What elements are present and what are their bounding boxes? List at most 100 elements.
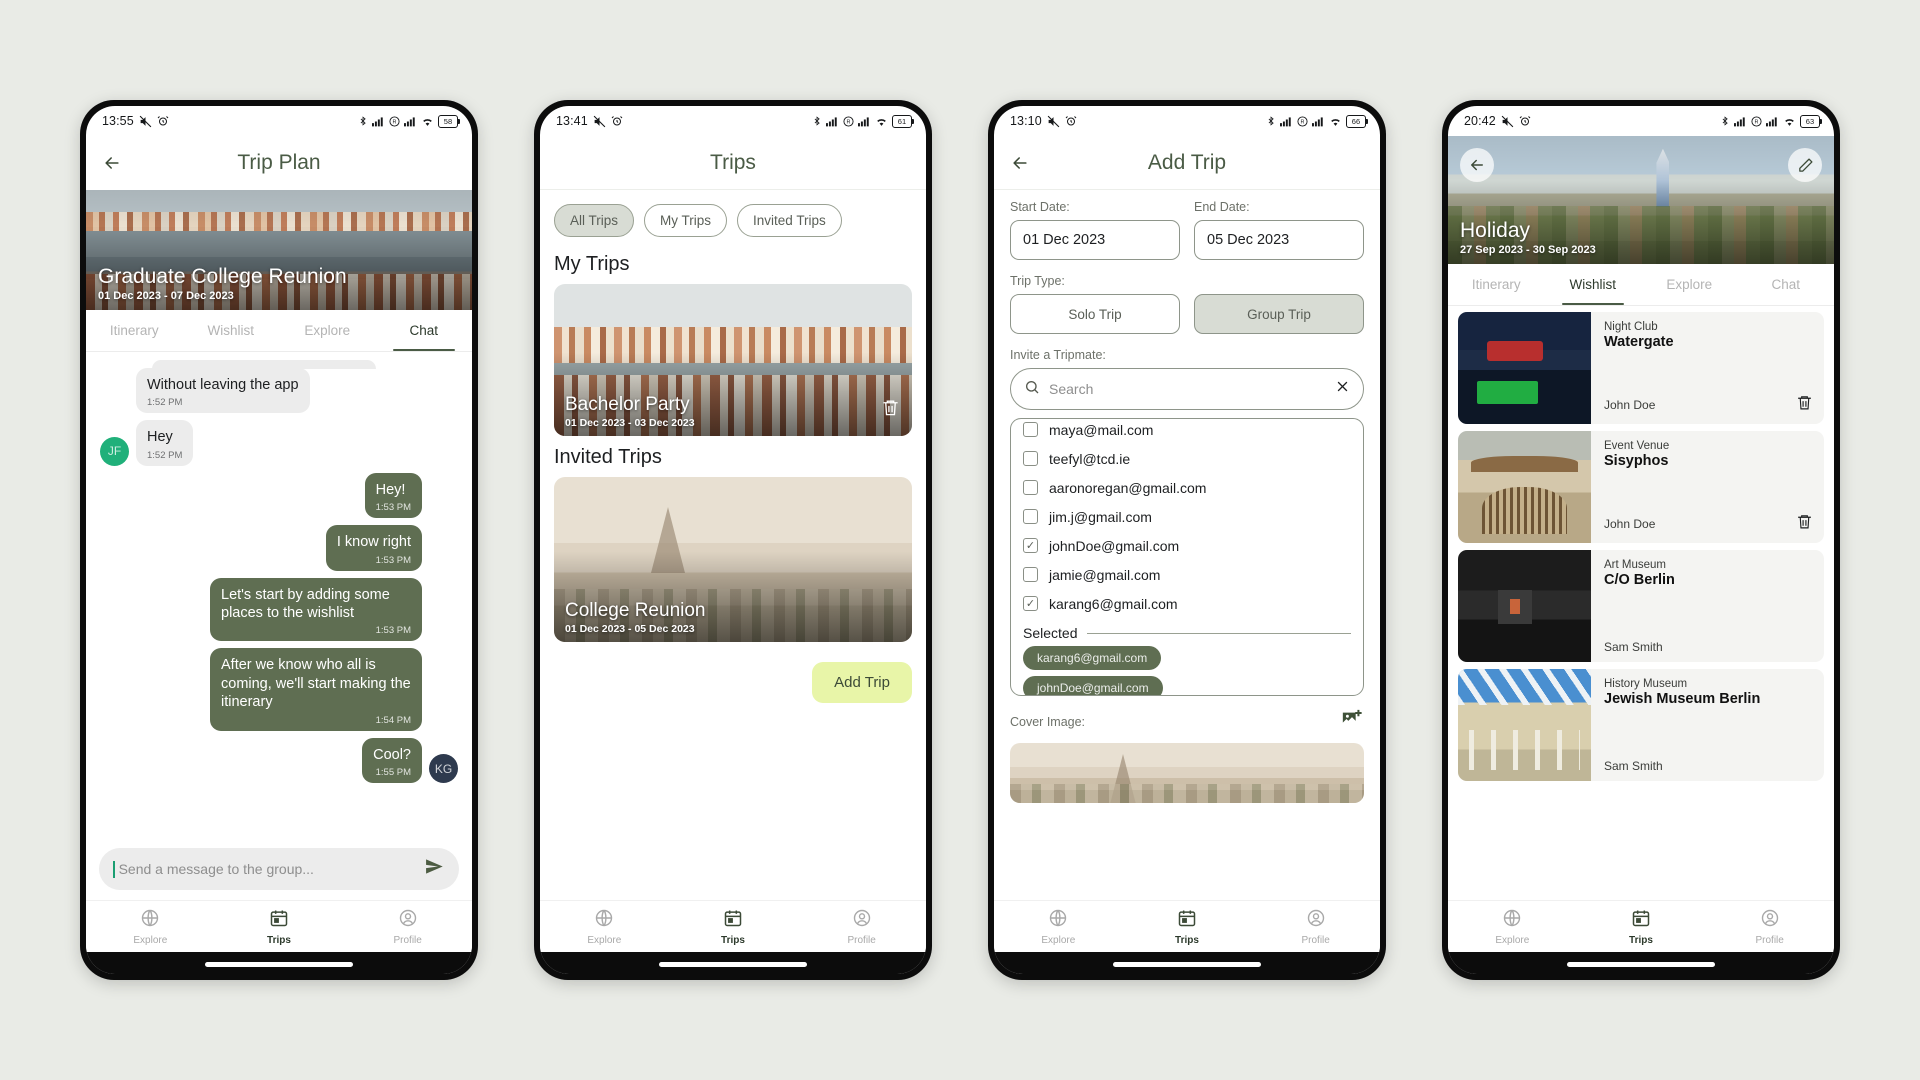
section-title-my-trips: My Trips <box>554 253 630 275</box>
back-arrow-icon[interactable] <box>1010 153 1040 173</box>
pencil-icon[interactable] <box>1788 148 1822 182</box>
section-title-invited-trips: Invited Trips <box>554 446 662 468</box>
end-date-field[interactable]: 05 Dec 2023 <box>1194 220 1364 260</box>
checkbox-unchecked[interactable] <box>1023 451 1038 466</box>
message-row: Hey! 1:53 PM <box>100 472 458 519</box>
list-item[interactable]: History Museum Jewish Museum Berlin Sam … <box>1458 669 1824 781</box>
chip-all-trips[interactable]: All Trips <box>554 204 635 237</box>
trip-hero-image: Graduate College Reunion 01 Dec 2023 - 0… <box>86 190 472 310</box>
nav-item-explore[interactable]: Explore <box>1448 901 1577 952</box>
start-date-field[interactable]: 01 Dec 2023 <box>1010 220 1180 260</box>
gesture-bar <box>1567 962 1715 967</box>
tripmate-options-list[interactable]: maya@mail.com teefyl@tcd.ie aaronoregan@… <box>1010 418 1364 696</box>
tab-itinerary[interactable]: Itinerary <box>86 310 183 351</box>
nav-label: Trips <box>1175 934 1199 946</box>
back-arrow-icon[interactable] <box>102 153 132 173</box>
search-input[interactable]: Search <box>1049 381 1326 397</box>
list-item[interactable]: ✓ karang6@gmail.com <box>1023 589 1351 618</box>
trash-icon[interactable] <box>881 398 900 422</box>
wishlist-list[interactable]: Night Club Watergate John Doe Event Venu… <box>1448 306 1834 900</box>
list-item[interactable]: Event Venue Sisyphos John Doe <box>1458 431 1824 543</box>
calendar-icon <box>723 908 743 933</box>
tab-explore[interactable]: Explore <box>1641 264 1738 305</box>
checkbox-checked[interactable]: ✓ <box>1023 596 1038 611</box>
send-icon[interactable] <box>423 857 445 881</box>
globe-icon <box>1502 908 1522 933</box>
nav-item-explore[interactable]: Explore <box>86 901 215 952</box>
checkbox-unchecked[interactable] <box>1023 567 1038 582</box>
chip-my-trips[interactable]: My Trips <box>644 204 728 237</box>
wifi-icon <box>875 116 888 127</box>
nav-item-profile[interactable]: Profile <box>343 901 472 952</box>
calendar-icon <box>269 908 289 933</box>
tab-itinerary[interactable]: Itinerary <box>1448 264 1545 305</box>
close-icon[interactable] <box>1335 379 1350 399</box>
nav-label: Profile <box>1755 934 1784 946</box>
message-input-placeholder[interactable]: Send a message to the group... <box>119 861 415 877</box>
list-item[interactable]: teefyl@tcd.ie <box>1023 444 1351 473</box>
list-item[interactable]: Art Museum C/O Berlin Sam Smith <box>1458 550 1824 662</box>
nav-item-trips[interactable]: Trips <box>669 901 798 952</box>
tripmate-search-box[interactable]: Search <box>1010 368 1364 410</box>
list-item[interactable]: aaronoregan@gmail.com <box>1023 473 1351 502</box>
option-email: maya@mail.com <box>1049 421 1154 438</box>
tab-wishlist[interactable]: Wishlist <box>1545 264 1642 305</box>
avatar-placeholder <box>429 542 458 571</box>
add-trip-button[interactable]: Add Trip <box>812 662 912 703</box>
bottom-nav-3: Explore Trips Profile <box>994 900 1380 952</box>
checkbox-checked[interactable]: ✓ <box>1023 538 1038 553</box>
list-item[interactable]: maya@mail.com <box>1023 419 1351 444</box>
place-category: History Museum <box>1604 678 1688 690</box>
globe-icon <box>140 908 160 933</box>
nav-item-explore[interactable]: Explore <box>994 901 1123 952</box>
tab-chat[interactable]: Chat <box>1738 264 1835 305</box>
list-item[interactable]: Night Club Watergate John Doe <box>1458 312 1824 424</box>
selected-pill[interactable]: karang6@gmail.com <box>1023 646 1162 670</box>
person-icon <box>1306 908 1326 933</box>
place-category: Event Venue <box>1604 440 1670 452</box>
list-item[interactable]: jamie@gmail.com <box>1023 560 1351 589</box>
chat-message-list[interactable]: Without leaving the app 1:52 PM JF Hey 1… <box>86 352 472 840</box>
list-item[interactable]: ✓ johnDoe@gmail.com <box>1023 531 1351 560</box>
message-input-box[interactable]: Send a message to the group... <box>99 848 459 890</box>
trip-name: Holiday <box>1460 218 1531 242</box>
nav-item-trips[interactable]: Trips <box>1577 901 1706 952</box>
trips-scroll[interactable]: All Trips My Trips Invited Trips My Trip… <box>540 190 926 900</box>
back-arrow-icon[interactable] <box>1460 148 1494 182</box>
signal-icon <box>1734 116 1747 127</box>
tab-explore[interactable]: Explore <box>279 310 376 351</box>
checkbox-unchecked[interactable] <box>1023 509 1038 524</box>
selected-pill[interactable]: johnDoe@gmail.com <box>1023 676 1163 695</box>
added-by-user: Sam Smith <box>1604 759 1663 773</box>
trash-icon[interactable] <box>1796 513 1813 535</box>
mute-icon <box>1047 115 1060 128</box>
nav-item-trips[interactable]: Trips <box>215 901 344 952</box>
trip-card[interactable]: Bachelor Party 01 Dec 2023 - 03 Dec 2023 <box>554 284 912 436</box>
person-icon <box>1760 908 1780 933</box>
svg-text:R: R <box>392 119 396 125</box>
solo-trip-option[interactable]: Solo Trip <box>1010 294 1180 334</box>
alarm-icon <box>611 115 623 127</box>
nav-item-profile[interactable]: Profile <box>797 901 926 952</box>
chip-invited-trips[interactable]: Invited Trips <box>737 204 842 237</box>
option-email: karang6@gmail.com <box>1049 595 1178 612</box>
list-item[interactable]: jim.j@gmail.com <box>1023 502 1351 531</box>
checkbox-unchecked[interactable] <box>1023 422 1038 437</box>
trip-tabs-1: Itinerary Wishlist Explore Chat <box>86 310 472 352</box>
trip-card[interactable]: College Reunion 01 Dec 2023 - 05 Dec 202… <box>554 477 912 642</box>
bottom-nav-1: Explore Trips Profile <box>86 900 472 952</box>
group-trip-option[interactable]: Group Trip <box>1194 294 1364 334</box>
message-row: After we know who all is coming, we'll s… <box>100 648 458 731</box>
add-image-icon[interactable] <box>1340 708 1364 735</box>
nav-item-profile[interactable]: Profile <box>1705 901 1834 952</box>
checkbox-unchecked[interactable] <box>1023 480 1038 495</box>
cover-image-preview[interactable] <box>1010 743 1364 803</box>
message-row: Cool? 1:55 PM KG <box>100 737 458 784</box>
tab-chat[interactable]: Chat <box>376 310 473 351</box>
tab-wishlist[interactable]: Wishlist <box>183 310 280 351</box>
nav-item-explore[interactable]: Explore <box>540 901 669 952</box>
message-bubble: After we know who all is coming, we'll s… <box>210 648 422 731</box>
nav-item-profile[interactable]: Profile <box>1251 901 1380 952</box>
trash-icon[interactable] <box>1796 394 1813 416</box>
nav-item-trips[interactable]: Trips <box>1123 901 1252 952</box>
